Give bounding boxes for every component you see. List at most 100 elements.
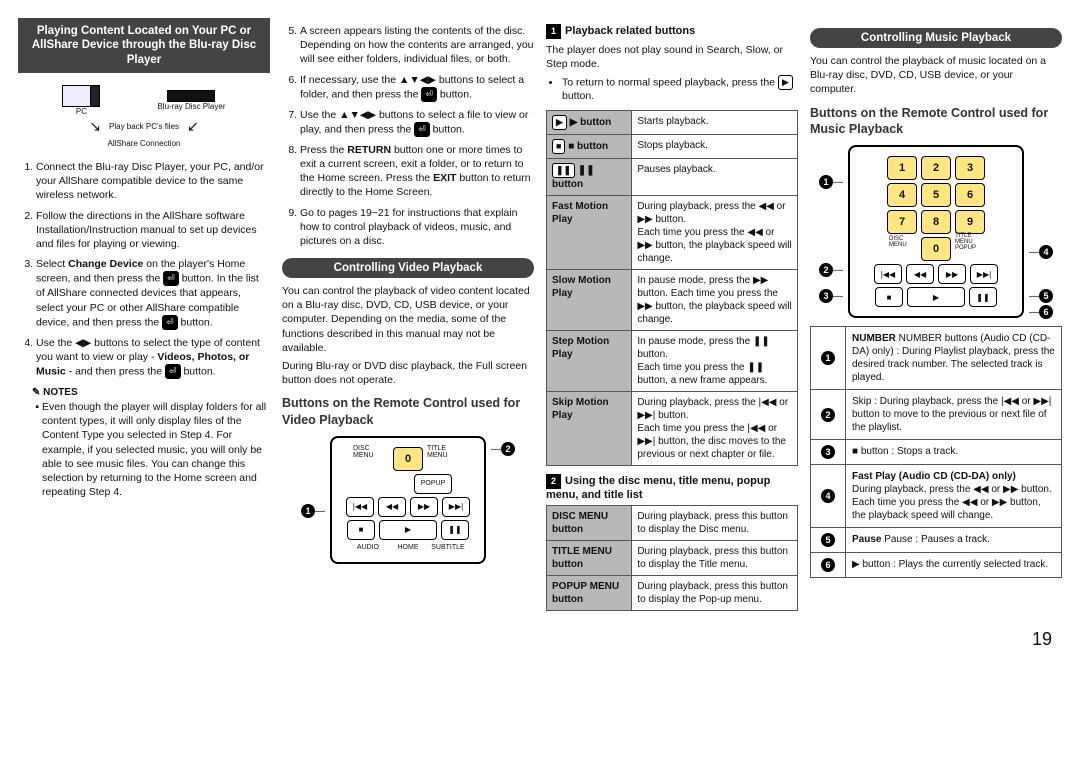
title-menu-label: TITLE MENU — [427, 447, 463, 457]
key-0: 0 — [393, 447, 423, 471]
callout-1: 1— — [819, 175, 843, 189]
playback-bullet: To return to normal speed playback, pres… — [562, 75, 798, 104]
row-4-desc: Fast Play (Audio CD (CD-DA) only)During … — [846, 465, 1062, 528]
key-1: 1 — [887, 156, 917, 180]
allshare-diagram: PC Blu-ray Disc Player ↘ Play back PC's … — [28, 79, 260, 154]
note-1: Even though the player will display fold… — [42, 400, 270, 499]
diagram-note: Play back PC's files — [109, 122, 179, 131]
playback-table: ▶ ▶ buttonStarts playback. ■ ■ buttonSto… — [546, 110, 798, 466]
row-stop: ■ ■ button — [547, 134, 632, 158]
play-icon: ▶ — [907, 287, 965, 307]
disc-menu-head: 2Using the disc menu, title menu, popup … — [546, 474, 798, 501]
setup-steps-cont: A screen appears listing the contents of… — [282, 24, 534, 248]
manual-page: Playing Content Located on Your PC or Al… — [0, 0, 1080, 629]
video-p1: You can control the playback of video co… — [282, 284, 534, 355]
column-3: 1Playback related buttons The player doe… — [546, 18, 798, 619]
callout-2: 2— — [819, 263, 843, 277]
callout-1: 1— — [301, 504, 325, 518]
key-8: 8 — [921, 210, 951, 234]
stop-icon: ■ — [875, 287, 903, 307]
key-5: 5 — [921, 183, 951, 207]
callout-4: —4 — [1029, 245, 1053, 259]
notes-heading: NOTES — [32, 387, 270, 398]
play-icon: ▶ — [778, 75, 793, 90]
row-3-desc: ■ button : Stops a track. — [846, 440, 1062, 465]
play-icon: ▶ — [379, 520, 437, 540]
rewind-icon: ◀◀ — [378, 497, 406, 517]
key-3: 3 — [955, 156, 985, 180]
skip-next-icon: ▶▶| — [442, 497, 470, 517]
page-number: 19 — [0, 629, 1080, 664]
row-discmenu: DISC MENU button — [547, 505, 632, 540]
pause-icon: ❚❚ — [441, 520, 469, 540]
pause-icon: ❚❚ — [969, 287, 997, 307]
row-1-num: 1 — [811, 327, 846, 390]
audio-label: AUDIO — [350, 543, 386, 553]
key-7: 7 — [887, 210, 917, 234]
row-4-num: 4 — [811, 465, 846, 528]
row-popupmenu: POPUP MENU button — [547, 575, 632, 610]
callout-2: —2 — [491, 442, 515, 456]
step-2: Follow the directions in the AllShare so… — [36, 209, 270, 252]
fastfwd-icon: ▶▶ — [938, 264, 966, 284]
music-remote-diagram: 123 456 789 DISC MENU0TITLE MENUPOPUP |◀… — [821, 145, 1051, 318]
skip-next-icon: ▶▶| — [970, 264, 998, 284]
row-play: ▶ ▶ button — [547, 110, 632, 134]
key-4: 4 — [887, 183, 917, 207]
video-remote-diagram: DISC MENU 0 TITLE MENU POPUP |◀◀ ◀◀ ▶▶ ▶… — [303, 436, 513, 564]
diagram-label-pc: PC — [76, 107, 87, 116]
row-6-num: 6 — [811, 553, 846, 578]
section-header-music: Controlling Music Playback — [810, 28, 1062, 48]
music-buttons-table: 1NUMBER NUMBER buttons (Audio CD (CD-DA)… — [810, 326, 1062, 578]
section-header-video: Controlling Video Playback — [282, 258, 534, 278]
arrow-icon: ↙ — [187, 118, 199, 135]
enter-icon: ⏎ — [414, 122, 430, 137]
row-skip: Skip Motion Play — [547, 391, 632, 465]
step-5: A screen appears listing the contents of… — [300, 24, 534, 67]
row-step: Step Motion Play — [547, 330, 632, 391]
callout-3: 3— — [819, 289, 843, 303]
video-p2: During Blu-ray or DVD disc playback, the… — [282, 359, 534, 387]
column-2: A screen appears listing the contents of… — [282, 18, 534, 619]
disc-menu-label: DISC MENU — [353, 447, 389, 457]
callout-6: —6 — [1029, 305, 1053, 319]
column-4: Controlling Music Playback You can contr… — [810, 18, 1062, 619]
enter-icon: ⏎ — [165, 364, 181, 379]
row-titlemenu: TITLE MENU button — [547, 540, 632, 575]
diagram-label-bdp: Blu-ray Disc Player — [157, 102, 225, 111]
step-4: Use the ◀▶ buttons to select the type of… — [36, 336, 270, 379]
step-7: Use the ▲▼◀▶ buttons to select a file to… — [300, 108, 534, 137]
rewind-icon: ◀◀ — [906, 264, 934, 284]
callout-5: —5 — [1029, 289, 1053, 303]
row-3-num: 3 — [811, 440, 846, 465]
key-6: 6 — [955, 183, 985, 207]
row-slow: Slow Motion Play — [547, 269, 632, 330]
step-3: Select Change Device on the player's Hom… — [36, 257, 270, 330]
row-5-num: 5 — [811, 528, 846, 553]
fastfwd-icon: ▶▶ — [410, 497, 438, 517]
skip-prev-icon: |◀◀ — [874, 264, 902, 284]
enter-icon: ⏎ — [421, 87, 437, 102]
section-header-allshare: Playing Content Located on Your PC or Al… — [18, 18, 270, 73]
diagram-connection: AllShare Connection — [34, 139, 254, 148]
home-label: HOME — [390, 543, 426, 553]
row-2-num: 2 — [811, 390, 846, 440]
key-9: 9 — [955, 210, 985, 234]
row-1-desc: NUMBER NUMBER buttons (Audio CD (CD-DA) … — [846, 327, 1062, 390]
playback-p1: The player does not play sound in Search… — [546, 43, 798, 71]
enter-icon: ⏎ — [162, 315, 178, 330]
step-8: Press the RETURN button one or more time… — [300, 143, 534, 200]
row-6-desc: ▶ button : Plays the currently selected … — [846, 553, 1062, 578]
arrow-icon: ↘ — [89, 118, 101, 135]
row-5-desc: Pause Pause : Pauses a track. — [846, 528, 1062, 553]
subtitle-label: SUBTITLE — [430, 543, 466, 553]
playback-buttons-head: 1Playback related buttons — [546, 24, 798, 39]
video-remote-title: Buttons on the Remote Control used for V… — [282, 395, 534, 428]
key-0: 0 — [921, 237, 951, 261]
popup-key: POPUP — [414, 474, 452, 494]
column-1: Playing Content Located on Your PC or Al… — [18, 18, 270, 619]
menu-table: DISC MENU buttonDuring playback, press t… — [546, 505, 798, 611]
enter-icon: ⏎ — [163, 271, 179, 286]
music-remote-title: Buttons on the Remote Control used for M… — [810, 105, 1062, 138]
notes-list: Even though the player will display fold… — [42, 400, 270, 499]
